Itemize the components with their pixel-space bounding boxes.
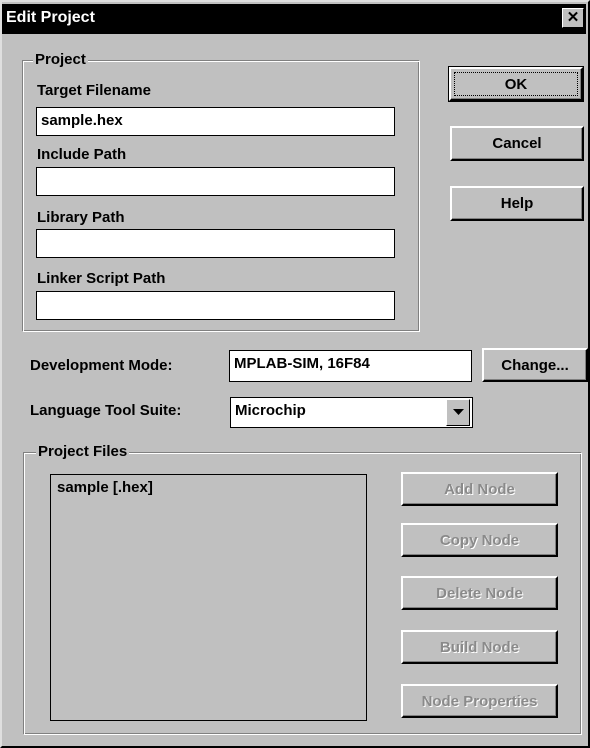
target-filename-label: Target Filename: [37, 82, 151, 99]
language-tool-suite-value: Microchip: [235, 402, 306, 419]
delete-node-button-label: Delete Node: [436, 584, 523, 602]
include-path-label: Include Path: [37, 146, 127, 163]
language-tool-suite-select[interactable]: Microchip: [230, 397, 473, 428]
node-properties-button-label: Node Properties: [421, 692, 538, 710]
project-files-group-legend: Project Files: [36, 443, 130, 461]
ok-button[interactable]: OK: [448, 66, 584, 102]
project-group-legend: Project: [33, 51, 88, 69]
include-path-input[interactable]: [36, 167, 395, 196]
change-button-label: Change...: [501, 356, 569, 374]
library-path-input[interactable]: [36, 229, 395, 258]
add-node-button[interactable]: Add Node: [401, 472, 558, 506]
ok-focus-rect: [454, 72, 578, 96]
build-node-button[interactable]: Build Node: [401, 630, 558, 664]
linker-script-path-input[interactable]: [36, 291, 395, 320]
dialog-title: Edit Project: [6, 9, 95, 26]
cancel-button[interactable]: Cancel: [450, 126, 584, 161]
close-button[interactable]: ✕: [562, 8, 584, 28]
development-mode-display: MPLAB-SIM, 16F84: [229, 350, 472, 382]
linker-script-path-label: Linker Script Path: [37, 270, 166, 287]
delete-node-button[interactable]: Delete Node: [401, 576, 558, 610]
title-bar[interactable]: Edit Project ✕: [2, 4, 586, 34]
copy-node-button-label: Copy Node: [439, 531, 520, 549]
help-button-label: Help: [500, 195, 534, 212]
add-node-button-label: Add Node: [444, 480, 515, 498]
library-path-label: Library Path: [37, 209, 125, 226]
cancel-button-label: Cancel: [492, 135, 542, 152]
change-button[interactable]: Change...: [482, 348, 588, 382]
close-icon: ✕: [566, 9, 580, 26]
help-button[interactable]: Help: [450, 186, 584, 221]
language-tool-suite-label: Language Tool Suite:: [30, 402, 182, 419]
development-mode-label: Development Mode:: [30, 357, 173, 374]
node-properties-button[interactable]: Node Properties: [401, 684, 558, 718]
target-filename-input[interactable]: sample.hex: [36, 107, 395, 136]
list-item[interactable]: sample [.hex]: [57, 479, 360, 497]
language-tool-suite-dropdown-button[interactable]: [446, 399, 470, 426]
chevron-down-icon: [452, 409, 464, 415]
copy-node-button[interactable]: Copy Node: [401, 523, 558, 557]
build-node-button-label: Build Node: [439, 638, 520, 656]
project-files-list[interactable]: sample [.hex]: [50, 474, 367, 721]
